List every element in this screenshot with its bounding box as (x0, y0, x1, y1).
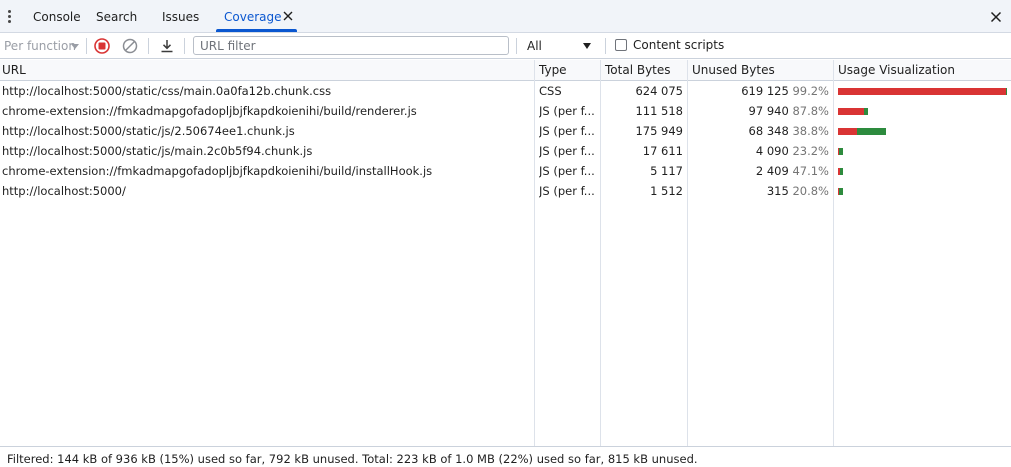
download-icon[interactable] (158, 37, 176, 55)
unused-bar (838, 108, 864, 115)
url-cell: http://localhost:5000/static/js/main.2c0… (2, 144, 313, 158)
unused-bytes-value: 619 125 (741, 84, 789, 98)
unused-bytes-cell: 2 409 47.1% (692, 161, 829, 181)
chevron-down-icon (583, 43, 591, 49)
used-bar (857, 128, 886, 135)
column-header-total-bytes[interactable]: Total Bytes (605, 60, 671, 80)
unused-percent: 38.8% (792, 124, 829, 138)
clear-icon[interactable] (121, 37, 139, 55)
url-cell: http://localhost:5000/ (2, 184, 126, 198)
coverage-toolbar: Per function All Content scripts (0, 33, 1011, 59)
toolbar-divider (86, 38, 87, 54)
close-panel-icon[interactable] (990, 11, 1002, 23)
record-stop-icon[interactable] (93, 37, 111, 55)
table-row[interactable]: http://localhost:5000/static/js/main.2c0… (0, 141, 1011, 161)
table-header: URL Type Total Bytes Unused Bytes Usage … (0, 60, 1011, 81)
column-header-usage-visualization[interactable]: Usage Visualization (838, 60, 955, 80)
unused-bytes-value: 68 348 (748, 124, 789, 138)
status-bar: Filtered: 144 kB of 936 kB (15%) used so… (0, 446, 1011, 467)
unused-bytes-cell: 97 940 87.8% (692, 101, 829, 121)
type-cell: JS (per f... (539, 164, 595, 178)
url-cell: http://localhost:5000/static/js/2.50674e… (2, 124, 295, 138)
unused-bytes-cell: 315 20.8% (692, 181, 829, 201)
more-vert-icon[interactable] (6, 10, 14, 24)
unused-percent: 99.2% (792, 84, 829, 98)
coverage-table: URL Type Total Bytes Unused Bytes Usage … (0, 60, 1011, 446)
url-cell: http://localhost:5000/static/css/main.0a… (2, 84, 332, 98)
per-function-select[interactable]: Per function (4, 39, 76, 53)
table-row[interactable]: http://localhost:5000/JS (per f... 1 512 3… (0, 181, 1011, 201)
column-header-unused-bytes[interactable]: Unused Bytes (692, 60, 775, 80)
url-filter-input[interactable] (193, 36, 509, 55)
tab-issues[interactable]: Issues (162, 0, 199, 33)
unused-bytes-value: 315 (766, 184, 789, 198)
type-cell: JS (per f... (539, 184, 595, 198)
type-cell: JS (per f... (539, 144, 595, 158)
table-row[interactable]: http://localhost:5000/static/js/2.50674e… (0, 121, 1011, 141)
total-bytes-cell: 5 117 (650, 164, 683, 178)
type-cell: JS (per f... (539, 124, 595, 138)
unused-percent: 20.8% (792, 184, 829, 198)
total-bytes-cell: 175 949 (635, 124, 683, 138)
unused-bytes-value: 2 409 (755, 164, 789, 178)
total-bytes-cell: 111 518 (635, 104, 683, 118)
used-bar (839, 148, 843, 155)
toolbar-divider (148, 38, 149, 54)
table-row[interactable]: chrome-extension://fmkadmapgofadopljbjfk… (0, 101, 1011, 121)
content-scripts-label: Content scripts (633, 38, 725, 52)
panel-tabbar: Console Search Issues Coverage (0, 0, 1011, 33)
active-tab-indicator (216, 29, 297, 32)
dropdown-caret-icon (71, 44, 79, 49)
coverage-summary: Filtered: 144 kB of 936 kB (15%) used so… (7, 452, 698, 466)
url-cell: chrome-extension://fmkadmapgofadopljbjfk… (2, 104, 417, 118)
unused-bytes-cell: 4 090 23.2% (692, 141, 829, 161)
toolbar-divider (605, 38, 606, 54)
used-bar (839, 188, 843, 195)
type-cell: CSS (539, 84, 562, 98)
column-header-type[interactable]: Type (539, 60, 567, 80)
tab-console[interactable]: Console (33, 0, 81, 33)
total-bytes-cell: 17 611 (642, 144, 683, 158)
url-cell: chrome-extension://fmkadmapgofadopljbjfk… (2, 164, 433, 178)
used-bar (840, 168, 843, 175)
close-icon[interactable] (282, 10, 294, 22)
type-filter-value: All (527, 39, 542, 53)
unused-bytes-value: 4 090 (755, 144, 789, 158)
toolbar-divider (184, 38, 185, 54)
table-row[interactable]: http://localhost:5000/static/css/main.0a… (0, 81, 1011, 101)
unused-bar (838, 88, 1006, 95)
used-bar (864, 108, 868, 115)
type-cell: JS (per f... (539, 104, 595, 118)
column-header-url[interactable]: URL (2, 60, 26, 80)
unused-percent: 23.2% (792, 144, 829, 158)
tab-search[interactable]: Search (96, 0, 137, 33)
used-bar (1006, 88, 1007, 95)
unused-bar (838, 128, 857, 135)
unused-bytes-value: 97 940 (748, 104, 789, 118)
total-bytes-cell: 1 512 (650, 184, 683, 198)
unused-bytes-cell: 619 125 99.2% (692, 81, 829, 101)
type-filter-select[interactable]: All (520, 37, 598, 55)
unused-percent: 47.1% (792, 164, 829, 178)
toolbar-divider (516, 38, 517, 54)
content-scripts-checkbox[interactable] (615, 39, 627, 51)
unused-bytes-cell: 68 348 38.8% (692, 121, 829, 141)
total-bytes-cell: 624 075 (635, 84, 683, 98)
table-row[interactable]: chrome-extension://fmkadmapgofadopljbjfk… (0, 161, 1011, 181)
unused-percent: 87.8% (792, 104, 829, 118)
